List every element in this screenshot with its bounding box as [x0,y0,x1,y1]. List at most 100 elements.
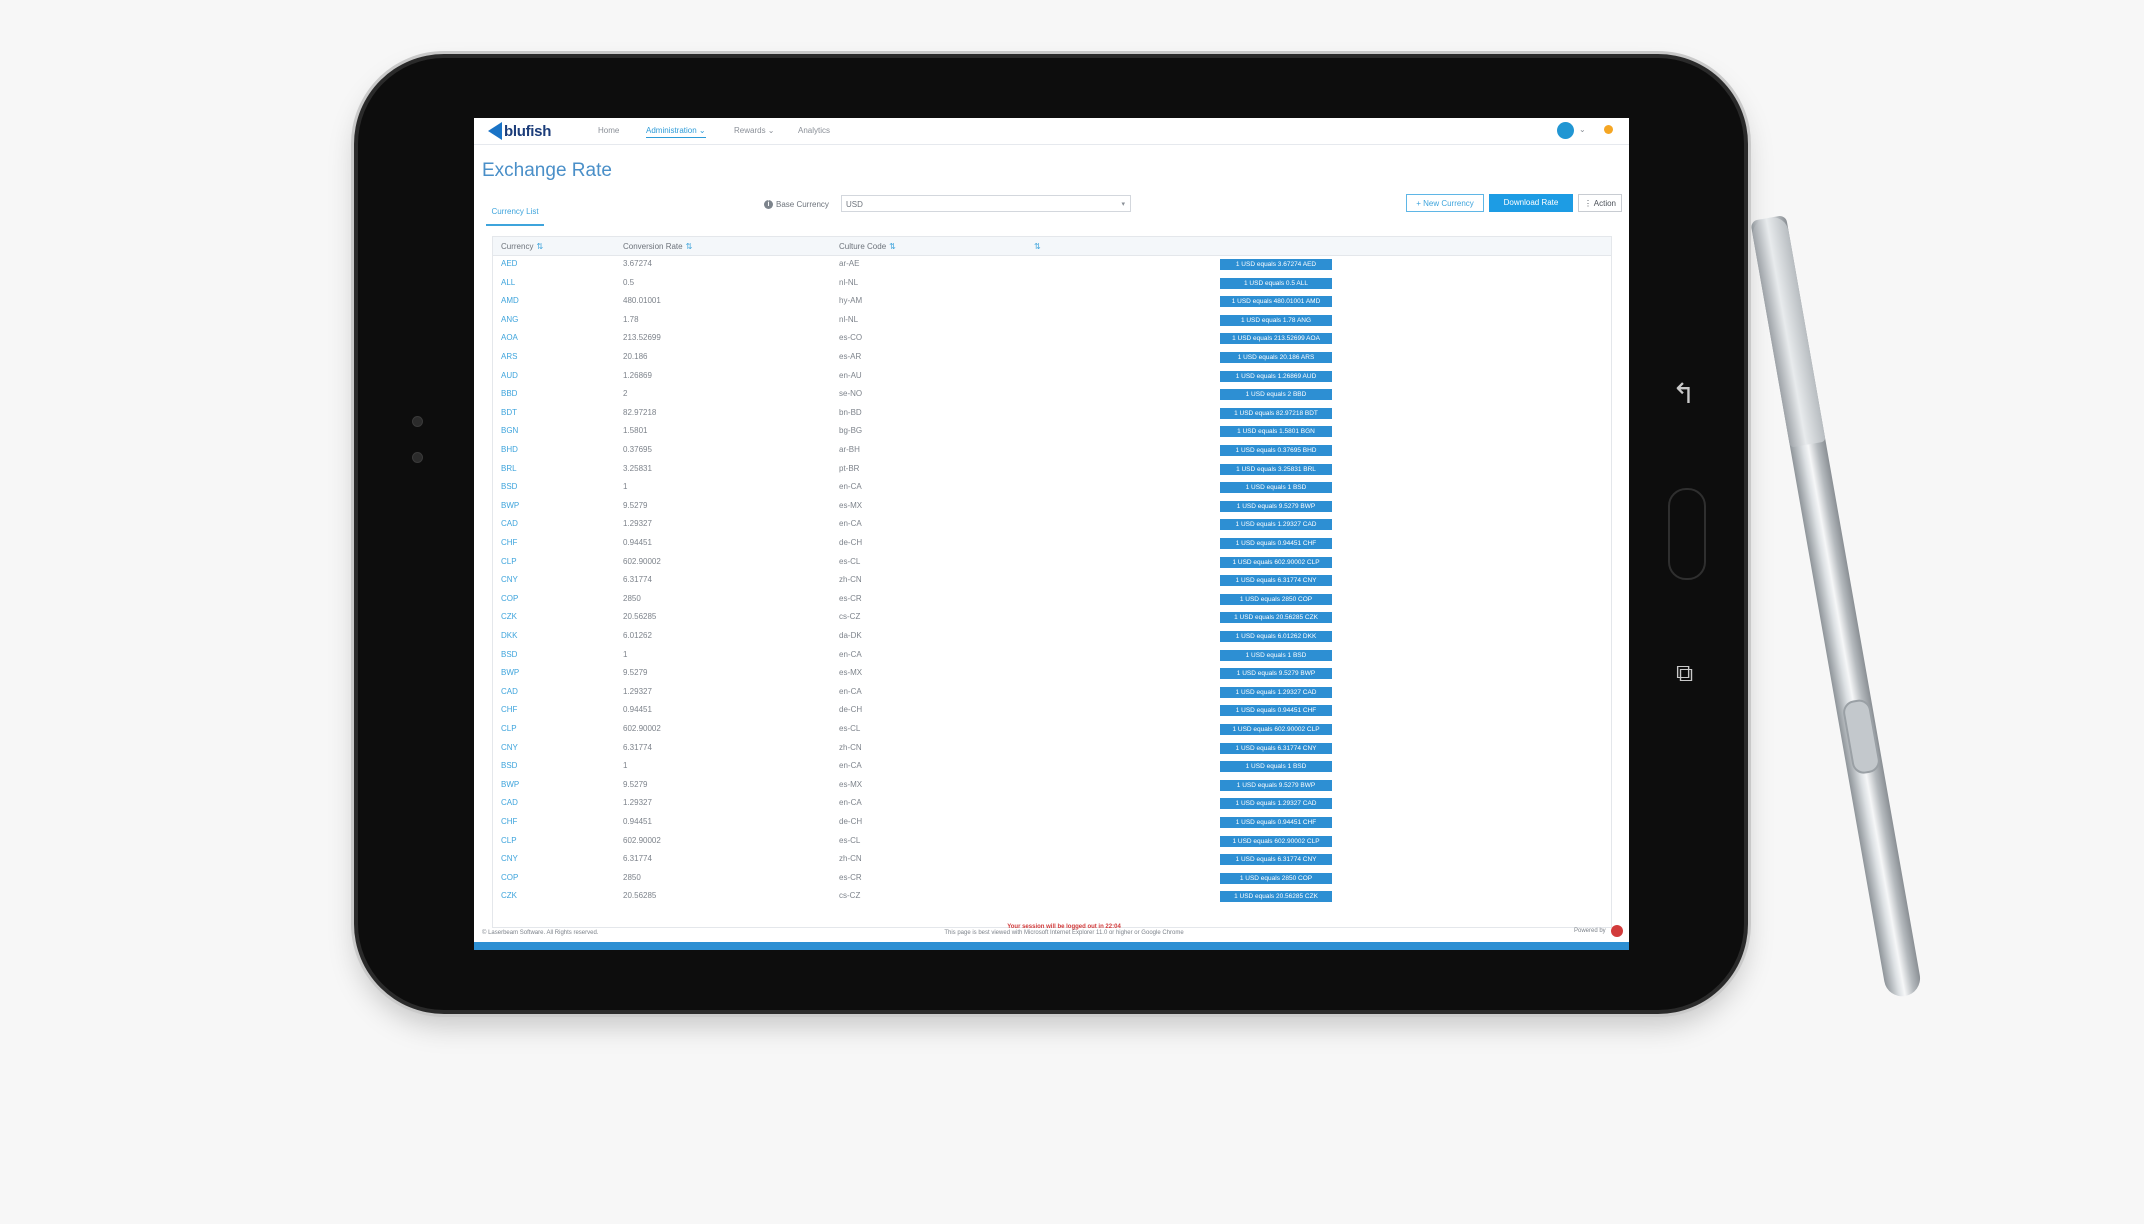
table-row[interactable]: CAD 1.29327 en-CA 1 USD equals 1.29327 CAD [493,795,1611,814]
nav-rewards[interactable]: Rewards ⌄ [734,126,775,135]
currency-code-link[interactable]: CLP [501,836,517,845]
table-row[interactable]: ALL 0.5 nl-NL 1 USD equals 0.5 ALL [493,275,1611,294]
currency-code-link[interactable]: CAD [501,519,518,528]
table-row[interactable]: CLP 602.90002 es-CL 1 USD equals 602.90002 … [493,833,1611,852]
currency-code-link[interactable]: COP [501,873,518,882]
currency-code-link[interactable]: AMD [501,296,519,305]
currency-code-link[interactable]: ANG [501,315,518,324]
currency-code-link[interactable]: CLP [501,724,517,733]
currency-code-link[interactable]: BSD [501,761,517,770]
base-currency-select[interactable]: USD ▾ [841,195,1131,212]
nav-administration[interactable]: Administration ⌄ [646,126,706,138]
currency-code-link[interactable]: BRL [501,464,517,473]
currency-code-link[interactable]: BWP [501,501,519,510]
stylus-pen [1750,214,1923,1000]
currency-code-link[interactable]: BWP [501,668,519,677]
sort-icon[interactable]: ⇅ [536,242,543,251]
table-row[interactable]: CNY 6.31774 zh-CN 1 USD equals 6.31774 CNY [493,740,1611,759]
nav-analytics[interactable]: Analytics [798,126,830,135]
currency-code-link[interactable]: BGN [501,426,518,435]
currency-code-link[interactable]: CNY [501,575,518,584]
download-rate-button[interactable]: Download Rate [1489,194,1573,212]
back-icon[interactable]: ↰ [1672,380,1695,408]
table-row[interactable]: CLP 602.90002 es-CL 1 USD equals 602.90002 … [493,554,1611,573]
table-row[interactable]: COP 2850 es-CR 1 USD equals 2850 COP [493,591,1611,610]
currency-code-link[interactable]: CHF [501,705,517,714]
rate-description-badge: 1 USD equals 1 BSD [1220,761,1332,773]
header-description[interactable]: ⇅ [1031,242,1041,251]
currency-code-link[interactable]: BSD [501,482,517,491]
currency-code-link[interactable]: CAD [501,687,518,696]
currency-code-link[interactable]: CZK [501,891,517,900]
table-row[interactable]: CLP 602.90002 es-CL 1 USD equals 602.90002 … [493,721,1611,740]
nav-home[interactable]: Home [598,126,619,135]
table-row[interactable]: BBD 2 se-NO 1 USD equals 2 BBD [493,386,1611,405]
notification-icon[interactable] [1604,125,1613,134]
currency-code-link[interactable]: AUD [501,371,518,380]
table-row[interactable]: BSD 1 en-CA 1 USD equals 1 BSD [493,758,1611,777]
currency-code-link[interactable]: BWP [501,780,519,789]
culture-code: es-CR [839,872,862,882]
currency-code-link[interactable]: BBD [501,389,517,398]
sort-icon[interactable]: ⇅ [686,242,693,251]
new-currency-button[interactable]: + New Currency [1406,194,1484,212]
currency-code-link[interactable]: DKK [501,631,517,640]
table-row[interactable]: CZK 20.56285 cs-CZ 1 USD equals 20.56285 CZ… [493,888,1611,907]
table-row[interactable]: AMD 480.01001 hy-AM 1 USD equals 480.01001 … [493,293,1611,312]
table-row[interactable]: DKK 6.01262 da-DK 1 USD equals 6.01262 DKK [493,628,1611,647]
table-row[interactable]: CHF 0.94451 de-CH 1 USD equals 0.94451 CHF [493,814,1611,833]
currency-code-link[interactable]: CNY [501,854,518,863]
table-row[interactable]: COP 2850 es-CR 1 USD equals 2850 COP [493,870,1611,889]
table-row[interactable]: CZK 20.56285 cs-CZ 1 USD equals 20.56285 CZ… [493,609,1611,628]
table-row[interactable]: BSD 1 en-CA 1 USD equals 1 BSD [493,647,1611,666]
chevron-down-icon[interactable]: ⌄ [1579,125,1586,134]
table-row[interactable]: BWP 9.5279 es-MX 1 USD equals 9.5279 BWP [493,498,1611,517]
currency-code-link[interactable]: CHF [501,817,517,826]
currency-code-link[interactable]: CNY [501,743,518,752]
currency-code-link[interactable]: COP [501,594,518,603]
currency-code-link[interactable]: CAD [501,798,518,807]
header-currency[interactable]: Currency ⇅ [501,242,543,251]
action-menu-button[interactable]: ⋮ Action [1578,194,1622,212]
culture-code: es-MX [839,779,863,789]
table-row[interactable]: CNY 6.31774 zh-CN 1 USD equals 6.31774 CNY [493,572,1611,591]
table-row[interactable]: AUD 1.26869 en-AU 1 USD equals 1.26869 AUD [493,368,1611,387]
table-row[interactable]: ANG 1.78 nl-NL 1 USD equals 1.78 ANG [493,312,1611,331]
brand-logo[interactable]: blufish [488,122,551,140]
header-conversion-rate[interactable]: Conversion Rate ⇅ [623,242,692,251]
table-row[interactable]: BWP 9.5279 es-MX 1 USD equals 9.5279 BWP [493,665,1611,684]
currency-code-link[interactable]: AED [501,259,517,268]
table-row[interactable]: BGN 1.5801 bg-BG 1 USD equals 1.5801 BGN [493,423,1611,442]
currency-code-link[interactable]: BDT [501,408,517,417]
culture-code: cs-CZ [839,891,861,901]
currency-code-link[interactable]: BHD [501,445,518,454]
table-row[interactable]: BWP 9.5279 es-MX 1 USD equals 9.5279 BWP [493,777,1611,796]
currency-code-link[interactable]: ARS [501,352,517,361]
table-row[interactable]: ARS 20.186 es-AR 1 USD equals 20.186 ARS [493,349,1611,368]
table-row[interactable]: CNY 6.31774 zh-CN 1 USD equals 6.31774 CNY [493,851,1611,870]
table-row[interactable]: CHF 0.94451 de-CH 1 USD equals 0.94451 CHF [493,702,1611,721]
sort-icon[interactable]: ⇅ [1034,242,1041,251]
home-button[interactable] [1668,488,1706,580]
table-row[interactable]: AOA 213.52699 es-CO 1 USD equals 213.52699 … [493,330,1611,349]
currency-code-link[interactable]: CLP [501,557,517,566]
header-culture-code[interactable]: Culture Code ⇅ [839,242,896,251]
table-row[interactable]: AED 3.67274 ar-AE 1 USD equals 3.67274 AED [493,256,1611,275]
user-avatar-icon[interactable] [1557,122,1574,139]
currency-code-link[interactable]: BSD [501,650,517,659]
currency-code-link[interactable]: AOA [501,333,518,342]
table-row[interactable]: CHF 0.94451 de-CH 1 USD equals 0.94451 CHF [493,535,1611,554]
table-row[interactable]: BHD 0.37695 ar-BH 1 USD equals 0.37695 BHD [493,442,1611,461]
currency-code-link[interactable]: ALL [501,278,515,287]
table-row[interactable]: BSD 1 en-CA 1 USD equals 1 BSD [493,479,1611,498]
recent-apps-icon[interactable]: ⧉ [1676,662,1693,686]
table-row[interactable]: CAD 1.29327 en-CA 1 USD equals 1.29327 CAD [493,516,1611,535]
currency-code-link[interactable]: CHF [501,538,517,547]
tab-currency-list[interactable]: Currency List [486,202,544,226]
conversion-rate: 20.56285 [623,612,657,622]
currency-code-link[interactable]: CZK [501,612,517,621]
table-row[interactable]: CAD 1.29327 en-CA 1 USD equals 1.29327 CAD [493,684,1611,703]
table-row[interactable]: BDT 82.97218 bn-BD 1 USD equals 82.97218 BD… [493,405,1611,424]
table-row[interactable]: BRL 3.25831 pt-BR 1 USD equals 3.25831 BRL [493,461,1611,480]
sort-icon[interactable]: ⇅ [889,242,896,251]
